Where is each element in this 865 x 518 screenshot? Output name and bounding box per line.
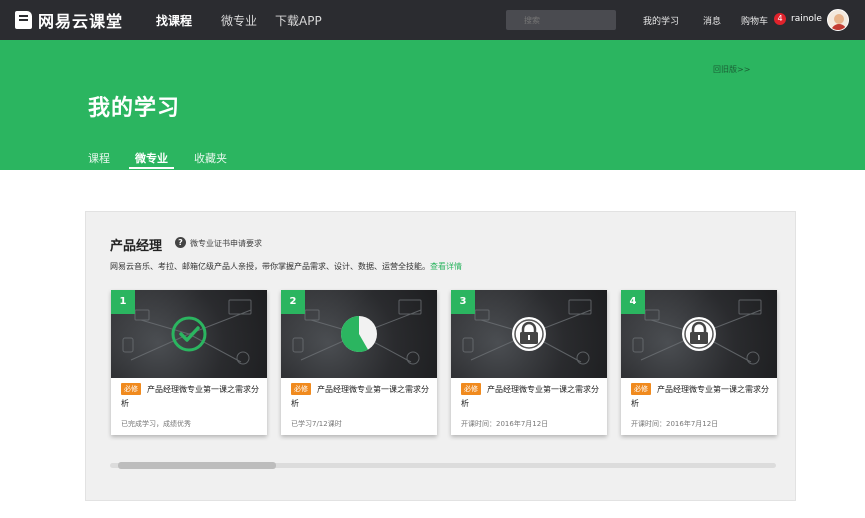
course-card[interactable]: 4 必修 产品经理微专业第一课之需求分析 开课时间：2016年7月12日 [621,290,777,435]
cart-count-badge: 4 [774,13,786,25]
course-card[interactable]: 2 必修 产品经理微专业第一课之需求分析 已学习7/12课时 [281,290,437,435]
search-input[interactable] [506,10,616,30]
nav-find-courses[interactable]: 找课程 [156,12,192,29]
lock-icon [512,317,546,351]
messages-link[interactable]: 消息 [703,14,721,27]
card-number-badge: 3 [451,290,475,314]
course-thumbnail: 1 [111,290,267,378]
card-title[interactable]: 产品经理微专业第一课之需求分析 [291,383,429,411]
my-learning-link[interactable]: 我的学习 [643,14,679,27]
nav-micro-major[interactable]: 微专业 [221,12,257,29]
certificate-requirements-link[interactable]: 微专业证书申请要求 [190,238,262,249]
card-status: 已学习7/12课时 [291,420,342,428]
horizontal-scrollbar-thumb[interactable] [118,462,276,469]
card-title[interactable]: 产品经理微专业第一课之需求分析 [631,383,769,411]
active-tab-indicator [129,167,174,169]
logo-icon [15,11,32,29]
card-status: 开课时间：2016年7月12日 [461,420,549,428]
cart-link[interactable]: 购物车 [741,14,768,27]
card-number-badge: 4 [621,290,645,314]
top-nav: 网易云课堂 找课程 微专业 下载APP 我的学习 消息 购物车 4 rainol… [0,0,865,40]
course-card[interactable]: 3 必修 产品经理微专业第一课之需求分析 开课时间：2016年7月12日 [451,290,607,435]
card-number-badge: 1 [111,290,135,314]
micro-major-panel: 产品经理 ? 微专业证书申请要求 网易云音乐、考拉、邮箱亿级产品人亲授，带你掌握… [85,211,796,501]
tab-favorites[interactable]: 收藏夹 [194,150,227,166]
course-thumbnail: 4 [621,290,777,378]
avatar[interactable] [827,9,849,31]
logo[interactable]: 网易云课堂 [15,8,123,32]
nav-download-app[interactable]: 下载APP [275,12,322,29]
card-status: 开课时间：2016年7月12日 [631,420,719,428]
logo-text: 网易云课堂 [38,12,124,31]
section-title: 产品经理 [110,239,163,254]
page-banner: 回旧版>> 我的学习 课程 微专业 收藏夹 [0,40,865,170]
username[interactable]: rainole [791,14,822,24]
view-details-link[interactable]: 查看详情 [430,262,462,271]
progress-pie-icon [341,316,377,352]
card-status: 已完成学习，成绩优秀 [121,420,191,428]
completed-check-icon [171,316,207,352]
help-icon[interactable]: ? [175,237,186,248]
lock-icon [682,317,716,351]
course-thumbnail: 2 [281,290,437,378]
tab-micro-major[interactable]: 微专业 [135,150,168,166]
card-title[interactable]: 产品经理微专业第一课之需求分析 [461,383,599,411]
description-text: 网易云音乐、考拉、邮箱亿级产品人亲授，带你掌握产品需求、设计、数据、运营全技能。 [110,262,430,271]
course-card[interactable]: 1 必修 产品经理微专业第一课之需求分析 已完成学习，成绩优秀 [111,290,267,435]
section-description: 网易云音乐、考拉、邮箱亿级产品人亲授，带你掌握产品需求、设计、数据、运营全技能。… [110,261,462,272]
tab-courses[interactable]: 课程 [88,150,110,166]
card-title[interactable]: 产品经理微专业第一课之需求分析 [121,383,259,411]
course-thumbnail: 3 [451,290,607,378]
old-version-link[interactable]: 回旧版>> [713,64,750,75]
page-title: 我的学习 [88,96,181,121]
card-number-badge: 2 [281,290,305,314]
